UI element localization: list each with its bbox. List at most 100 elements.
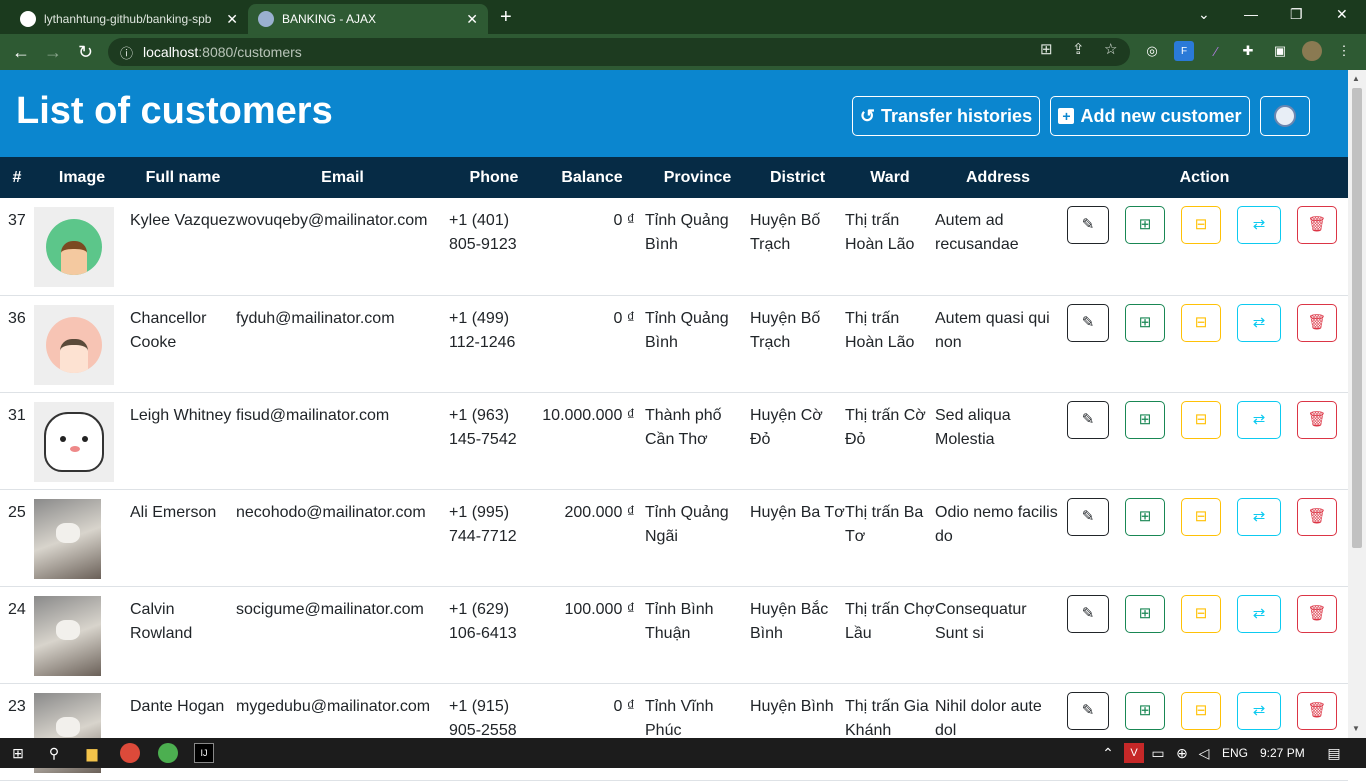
transfer-button[interactable]: ⇄ bbox=[1237, 206, 1281, 244]
sidebar-icon[interactable]: ▣ bbox=[1270, 41, 1290, 61]
puzzle-icon[interactable]: ✚ bbox=[1238, 41, 1258, 61]
cell-fullname: Chancellor Cooke bbox=[130, 295, 236, 393]
scrollbar[interactable]: ▲ ▼ bbox=[1348, 70, 1366, 738]
deposit-button[interactable]: ⊞ bbox=[1125, 497, 1165, 536]
withdraw-button[interactable]: ⊟ bbox=[1181, 691, 1221, 730]
minimize-icon[interactable]: — bbox=[1244, 6, 1258, 22]
extension-icon[interactable]: F bbox=[1174, 41, 1194, 61]
transfer-button[interactable]: ⇄ bbox=[1237, 691, 1281, 730]
tab-banking[interactable]: BANKING - AJAX ✕ bbox=[248, 4, 488, 34]
cell-phone: +1 (499) 112-1246 bbox=[449, 295, 539, 393]
delete-button[interactable]: 🗑 bbox=[1297, 691, 1337, 730]
col-header-fullname: Full name bbox=[130, 157, 236, 198]
transfer-histories-button[interactable]: ↺ Transfer histories bbox=[852, 96, 1040, 136]
menu-icon[interactable]: ⋮ bbox=[1334, 41, 1354, 61]
cell-phone: +1 (963) 145-7542 bbox=[449, 392, 539, 490]
cell-image bbox=[34, 295, 130, 393]
edit-button[interactable]: ✎ bbox=[1067, 691, 1109, 730]
transfer-arrows-icon: ⇄ bbox=[1252, 313, 1266, 331]
globe-icon[interactable]: ⊕ bbox=[1172, 743, 1192, 763]
edit-button[interactable]: ✎ bbox=[1067, 594, 1109, 633]
volume-icon[interactable]: ◁ bbox=[1194, 743, 1214, 763]
customers-table: # Image Full name Email Phone Balance Pr… bbox=[0, 157, 1348, 781]
translate-icon[interactable]: ⊞ bbox=[1040, 40, 1053, 58]
deposit-button[interactable]: ⊞ bbox=[1125, 400, 1165, 439]
scroll-up-icon[interactable]: ▲ bbox=[1352, 74, 1360, 83]
star-icon[interactable]: ☆ bbox=[1104, 40, 1117, 58]
withdraw-button[interactable]: ⊟ bbox=[1181, 303, 1221, 342]
deposit-button[interactable]: ⊞ bbox=[1125, 594, 1165, 633]
scrollbar-thumb[interactable] bbox=[1352, 88, 1362, 548]
customer-avatar bbox=[34, 595, 101, 676]
trash-icon: 🗑 bbox=[1307, 313, 1327, 331]
search-icon[interactable]: ⚲ bbox=[44, 743, 64, 763]
clock[interactable]: 9:27 PM bbox=[1260, 746, 1305, 760]
cell-id: 25 bbox=[0, 489, 34, 587]
chrome-icon[interactable] bbox=[120, 743, 140, 763]
cell-province: Tỉnh Bình Thuận bbox=[645, 586, 750, 684]
info-icon[interactable]: ⓘ bbox=[120, 43, 133, 62]
transfer-button[interactable]: ⇄ bbox=[1237, 400, 1281, 439]
edit-button[interactable]: ✎ bbox=[1067, 497, 1109, 536]
edit-button[interactable]: ✎ bbox=[1067, 206, 1109, 244]
scroll-down-icon[interactable]: ▼ bbox=[1352, 724, 1360, 733]
delete-button[interactable]: 🗑 bbox=[1297, 400, 1337, 439]
close-icon[interactable]: ✕ bbox=[466, 11, 478, 28]
compass-icon[interactable]: ◎ bbox=[1142, 41, 1162, 61]
cell-balance: 100.000 ₫ bbox=[539, 586, 645, 684]
file-explorer-icon[interactable]: ▆ bbox=[82, 743, 102, 763]
profile-avatar[interactable] bbox=[1302, 41, 1322, 61]
language-indicator[interactable]: ENG bbox=[1222, 746, 1248, 760]
deposit-button[interactable]: ⊞ bbox=[1125, 303, 1165, 342]
windows-start-icon[interactable]: ⊞ bbox=[8, 743, 28, 763]
add-customer-button[interactable]: + Add new customer bbox=[1050, 96, 1250, 136]
maximize-icon[interactable]: ❐ bbox=[1290, 6, 1303, 23]
new-tab-icon[interactable]: + bbox=[500, 6, 512, 29]
close-icon[interactable]: ✕ bbox=[226, 11, 238, 28]
transfer-button[interactable]: ⇄ bbox=[1237, 303, 1281, 342]
tab-title: lythanhtung-github/banking-spb bbox=[44, 12, 212, 26]
transfer-button[interactable]: ⇄ bbox=[1237, 594, 1281, 633]
col-header-email: Email bbox=[236, 157, 449, 198]
forward-icon[interactable]: → bbox=[44, 42, 62, 63]
cell-email: necohodo@mailinator.com bbox=[236, 489, 449, 587]
withdraw-button[interactable]: ⊟ bbox=[1181, 497, 1221, 536]
window-close-icon[interactable]: ✕ bbox=[1336, 6, 1348, 23]
chevron-up-icon[interactable]: ⌃ bbox=[1098, 743, 1118, 763]
pen-icon[interactable]: ⁄ bbox=[1206, 41, 1226, 61]
share-icon[interactable]: ⇪ bbox=[1072, 40, 1085, 58]
delete-button[interactable]: 🗑 bbox=[1297, 303, 1337, 342]
url-field[interactable]: ⓘ localhost:8080/customers bbox=[108, 38, 1130, 66]
address-bar-row: ← → ↻ ⓘ localhost:8080/customers ⊞ ⇪ ☆ ◎… bbox=[0, 34, 1366, 70]
bear-button[interactable] bbox=[1260, 96, 1310, 136]
vietkey-icon[interactable]: V bbox=[1124, 743, 1144, 763]
deposit-button[interactable]: ⊞ bbox=[1125, 206, 1165, 244]
delete-button[interactable]: 🗑 bbox=[1297, 497, 1337, 536]
edit-button[interactable]: ✎ bbox=[1067, 303, 1109, 342]
chrome-icon[interactable] bbox=[158, 743, 178, 763]
delete-button[interactable]: 🗑 bbox=[1297, 594, 1337, 633]
intellij-icon[interactable]: IJ bbox=[194, 743, 214, 763]
reload-icon[interactable]: ↻ bbox=[78, 42, 93, 63]
deposit-button[interactable]: ⊞ bbox=[1125, 691, 1165, 730]
col-header-balance: Balance bbox=[539, 157, 645, 198]
customer-avatar bbox=[34, 401, 114, 482]
cell-phone: +1 (629) 106-6413 bbox=[449, 586, 539, 684]
tab-github[interactable]: lythanhtung-github/banking-spb ✕ bbox=[10, 4, 248, 34]
cell-address: Autem ad recusandae bbox=[935, 198, 1061, 296]
cell-address: Odio nemo facilis do bbox=[935, 489, 1061, 587]
cell-district: Huyện Ba Tơ bbox=[750, 489, 845, 587]
trash-icon: 🗑 bbox=[1307, 410, 1327, 428]
withdraw-button[interactable]: ⊟ bbox=[1181, 400, 1221, 439]
transfer-button[interactable]: ⇄ bbox=[1237, 497, 1281, 536]
customer-avatar bbox=[34, 498, 101, 579]
back-icon[interactable]: ← bbox=[12, 42, 30, 63]
withdraw-button[interactable]: ⊟ bbox=[1181, 206, 1221, 244]
battery-icon[interactable]: ▭ bbox=[1148, 743, 1168, 763]
plus-square-icon: ⊞ bbox=[1138, 410, 1152, 428]
notification-icon[interactable]: ▤ bbox=[1324, 743, 1344, 763]
chevron-down-icon[interactable]: ⌄ bbox=[1198, 6, 1210, 23]
edit-button[interactable]: ✎ bbox=[1067, 400, 1109, 439]
withdraw-button[interactable]: ⊟ bbox=[1181, 594, 1221, 633]
delete-button[interactable]: 🗑 bbox=[1297, 206, 1337, 244]
